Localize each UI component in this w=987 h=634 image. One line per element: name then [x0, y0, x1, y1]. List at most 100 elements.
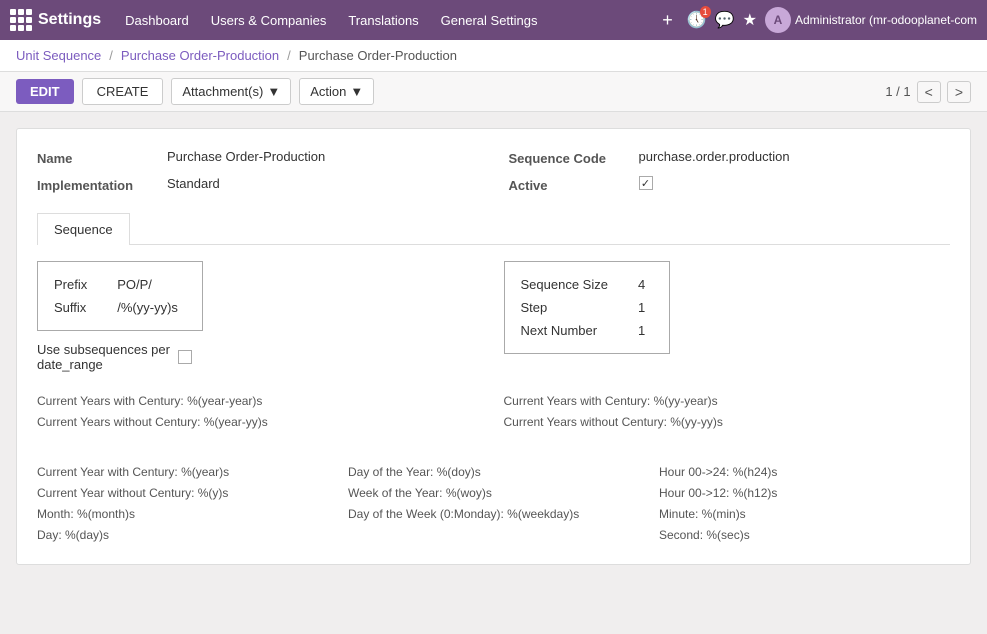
- breadcrumb-current: Purchase Order-Production: [299, 48, 457, 63]
- fields-section: Name Purchase Order-Production Sequence …: [37, 149, 950, 193]
- attachments-label: Attachment(s): [182, 84, 263, 99]
- tabs: Sequence: [37, 213, 950, 245]
- seq-size-value: 4: [618, 274, 653, 295]
- active-label: Active: [509, 176, 629, 193]
- action-toolbar: EDIT CREATE Attachment(s) ▼ Action ▼ 1 /…: [0, 72, 987, 112]
- active-checkbox[interactable]: ✓: [639, 176, 653, 190]
- next-number-label: Next Number: [521, 320, 616, 341]
- info-g2-line-10: Day: %(day)s: [37, 526, 328, 544]
- grid-icon: [10, 9, 32, 31]
- activity-icon[interactable]: ★: [743, 10, 757, 30]
- info-grid-1: Current Years with Century: %(year-year)…: [37, 392, 950, 431]
- tab-sequence[interactable]: Sequence: [37, 213, 130, 245]
- sequence-numbers-table: Sequence Size 4 Step 1 Next Number 1: [519, 272, 656, 343]
- info-g2-line-3: Hour 00->24: %(h24)s: [659, 463, 950, 481]
- sequence-code-value: purchase.order.production: [639, 149, 790, 164]
- info-grid-2: Current Year with Century: %(year)s Day …: [37, 463, 950, 544]
- subsequence-checkbox[interactable]: [178, 350, 192, 364]
- topbar-right: + 🕔 1 💬 ★ A Administrator (mr-odooplanet…: [656, 7, 977, 33]
- action-label: Action: [310, 84, 346, 99]
- breadcrumb-unit-sequence[interactable]: Unit Sequence: [16, 48, 101, 63]
- name-value: Purchase Order-Production: [167, 149, 325, 164]
- name-field-row: Name Purchase Order-Production: [37, 149, 479, 166]
- topbar-nav: Dashboard Users & Companies Translations…: [115, 9, 652, 32]
- info-g2-line-7: Month: %(month)s: [37, 505, 328, 523]
- name-label: Name: [37, 149, 157, 166]
- prefix-suffix-section: Prefix PO/P/ Suffix /%(yy-yy)s Use subse…: [37, 261, 484, 372]
- user-label: Administrator (mr-odooplanet-com: [795, 13, 977, 27]
- suffix-value: /%(yy-yy)s: [97, 297, 186, 318]
- divider: [37, 431, 950, 443]
- next-number-row: Next Number 1: [521, 320, 654, 341]
- breadcrumb: Unit Sequence / Purchase Order-Productio…: [0, 40, 987, 72]
- record-card: Name Purchase Order-Production Sequence …: [16, 128, 971, 565]
- pagination-text: 1 / 1: [885, 84, 910, 99]
- breadcrumb-sep-2: /: [287, 48, 291, 63]
- chat-icon[interactable]: 💬: [715, 10, 735, 30]
- sequence-code-label: Sequence Code: [509, 149, 629, 166]
- info-g2-line-8: Day of the Week (0:Monday): %(weekday)s: [348, 505, 639, 523]
- topbar: Settings Dashboard Users & Companies Tra…: [0, 0, 987, 40]
- info-g2-line-1: Current Year with Century: %(year)s: [37, 463, 328, 481]
- info-line-1: Current Years with Century: %(year-year)…: [37, 392, 484, 410]
- prefix-suffix-box: Prefix PO/P/ Suffix /%(yy-yy)s: [37, 261, 203, 331]
- pagination: 1 / 1 < >: [885, 81, 971, 103]
- subsequence-label: Use subsequences perdate_range: [37, 342, 170, 372]
- user-menu[interactable]: A Administrator (mr-odooplanet-com: [765, 7, 977, 33]
- sequence-content: Prefix PO/P/ Suffix /%(yy-yy)s Use subse…: [37, 261, 950, 372]
- next-number-value: 1: [618, 320, 653, 341]
- prev-button[interactable]: <: [917, 81, 941, 103]
- prefix-suffix-table: Prefix PO/P/ Suffix /%(yy-yy)s: [52, 272, 188, 320]
- suffix-label: Suffix: [54, 297, 95, 318]
- breadcrumb-purchase-order-production-1[interactable]: Purchase Order-Production: [121, 48, 279, 63]
- action-chevron-icon: ▼: [350, 84, 363, 99]
- step-label: Step: [521, 297, 616, 318]
- nav-translations[interactable]: Translations: [338, 9, 428, 32]
- main-content: Name Purchase Order-Production Sequence …: [0, 112, 987, 581]
- edit-button[interactable]: EDIT: [16, 79, 74, 104]
- next-button[interactable]: >: [947, 81, 971, 103]
- info-g2-line-5: Week of the Year: %(woy)s: [348, 484, 639, 502]
- sequence-numbers-box: Sequence Size 4 Step 1 Next Number 1: [504, 261, 671, 354]
- app-logo[interactable]: Settings: [10, 9, 101, 31]
- step-row: Step 1: [521, 297, 654, 318]
- info-section-1: Current Years with Century: %(year-year)…: [37, 392, 950, 431]
- attachments-button[interactable]: Attachment(s) ▼: [171, 78, 291, 105]
- action-button[interactable]: Action ▼: [299, 78, 374, 105]
- nav-dashboard[interactable]: Dashboard: [115, 9, 199, 32]
- info-g2-line-9: Minute: %(min)s: [659, 505, 950, 523]
- user-avatar: A: [765, 7, 791, 33]
- implementation-field-row: Implementation Standard: [37, 176, 479, 193]
- info-line-3: Current Years without Century: %(year-yy…: [37, 413, 484, 431]
- sequence-numbers-section: Sequence Size 4 Step 1 Next Number 1: [504, 261, 951, 372]
- create-button[interactable]: CREATE: [82, 78, 164, 105]
- implementation-label: Implementation: [37, 176, 157, 193]
- info-g2-line-11: [348, 526, 639, 544]
- info-g2-line-12: Second: %(sec)s: [659, 526, 950, 544]
- prefix-row: Prefix PO/P/: [54, 274, 186, 295]
- info-section-2: Current Year with Century: %(year)s Day …: [37, 463, 950, 544]
- seq-size-row: Sequence Size 4: [521, 274, 654, 295]
- breadcrumb-sep-1: /: [109, 48, 113, 63]
- implementation-value: Standard: [167, 176, 220, 191]
- add-menu-icon[interactable]: +: [656, 10, 679, 31]
- prefix-label: Prefix: [54, 274, 95, 295]
- info-g2-line-4: Current Year without Century: %(y)s: [37, 484, 328, 502]
- info-g2-line-2: Day of the Year: %(doy)s: [348, 463, 639, 481]
- notification-icon[interactable]: 🕔 1: [687, 10, 707, 30]
- sequence-code-field-row: Sequence Code purchase.order.production: [509, 149, 951, 166]
- prefix-value: PO/P/: [97, 274, 186, 295]
- nav-users-companies[interactable]: Users & Companies: [201, 9, 337, 32]
- app-name: Settings: [38, 11, 101, 29]
- active-field-row: Active ✓: [509, 176, 951, 193]
- step-value: 1: [618, 297, 653, 318]
- subsequence-row: Use subsequences perdate_range: [37, 342, 484, 372]
- info-g2-line-6: Hour 00->12: %(h12)s: [659, 484, 950, 502]
- nav-general-settings[interactable]: General Settings: [431, 9, 548, 32]
- info-line-4: Current Years without Century: %(yy-yy)s: [504, 413, 951, 431]
- seq-size-label: Sequence Size: [521, 274, 616, 295]
- suffix-row: Suffix /%(yy-yy)s: [54, 297, 186, 318]
- info-line-2: Current Years with Century: %(yy-year)s: [504, 392, 951, 410]
- attachments-chevron-icon: ▼: [267, 84, 280, 99]
- notification-badge: 1: [700, 6, 711, 18]
